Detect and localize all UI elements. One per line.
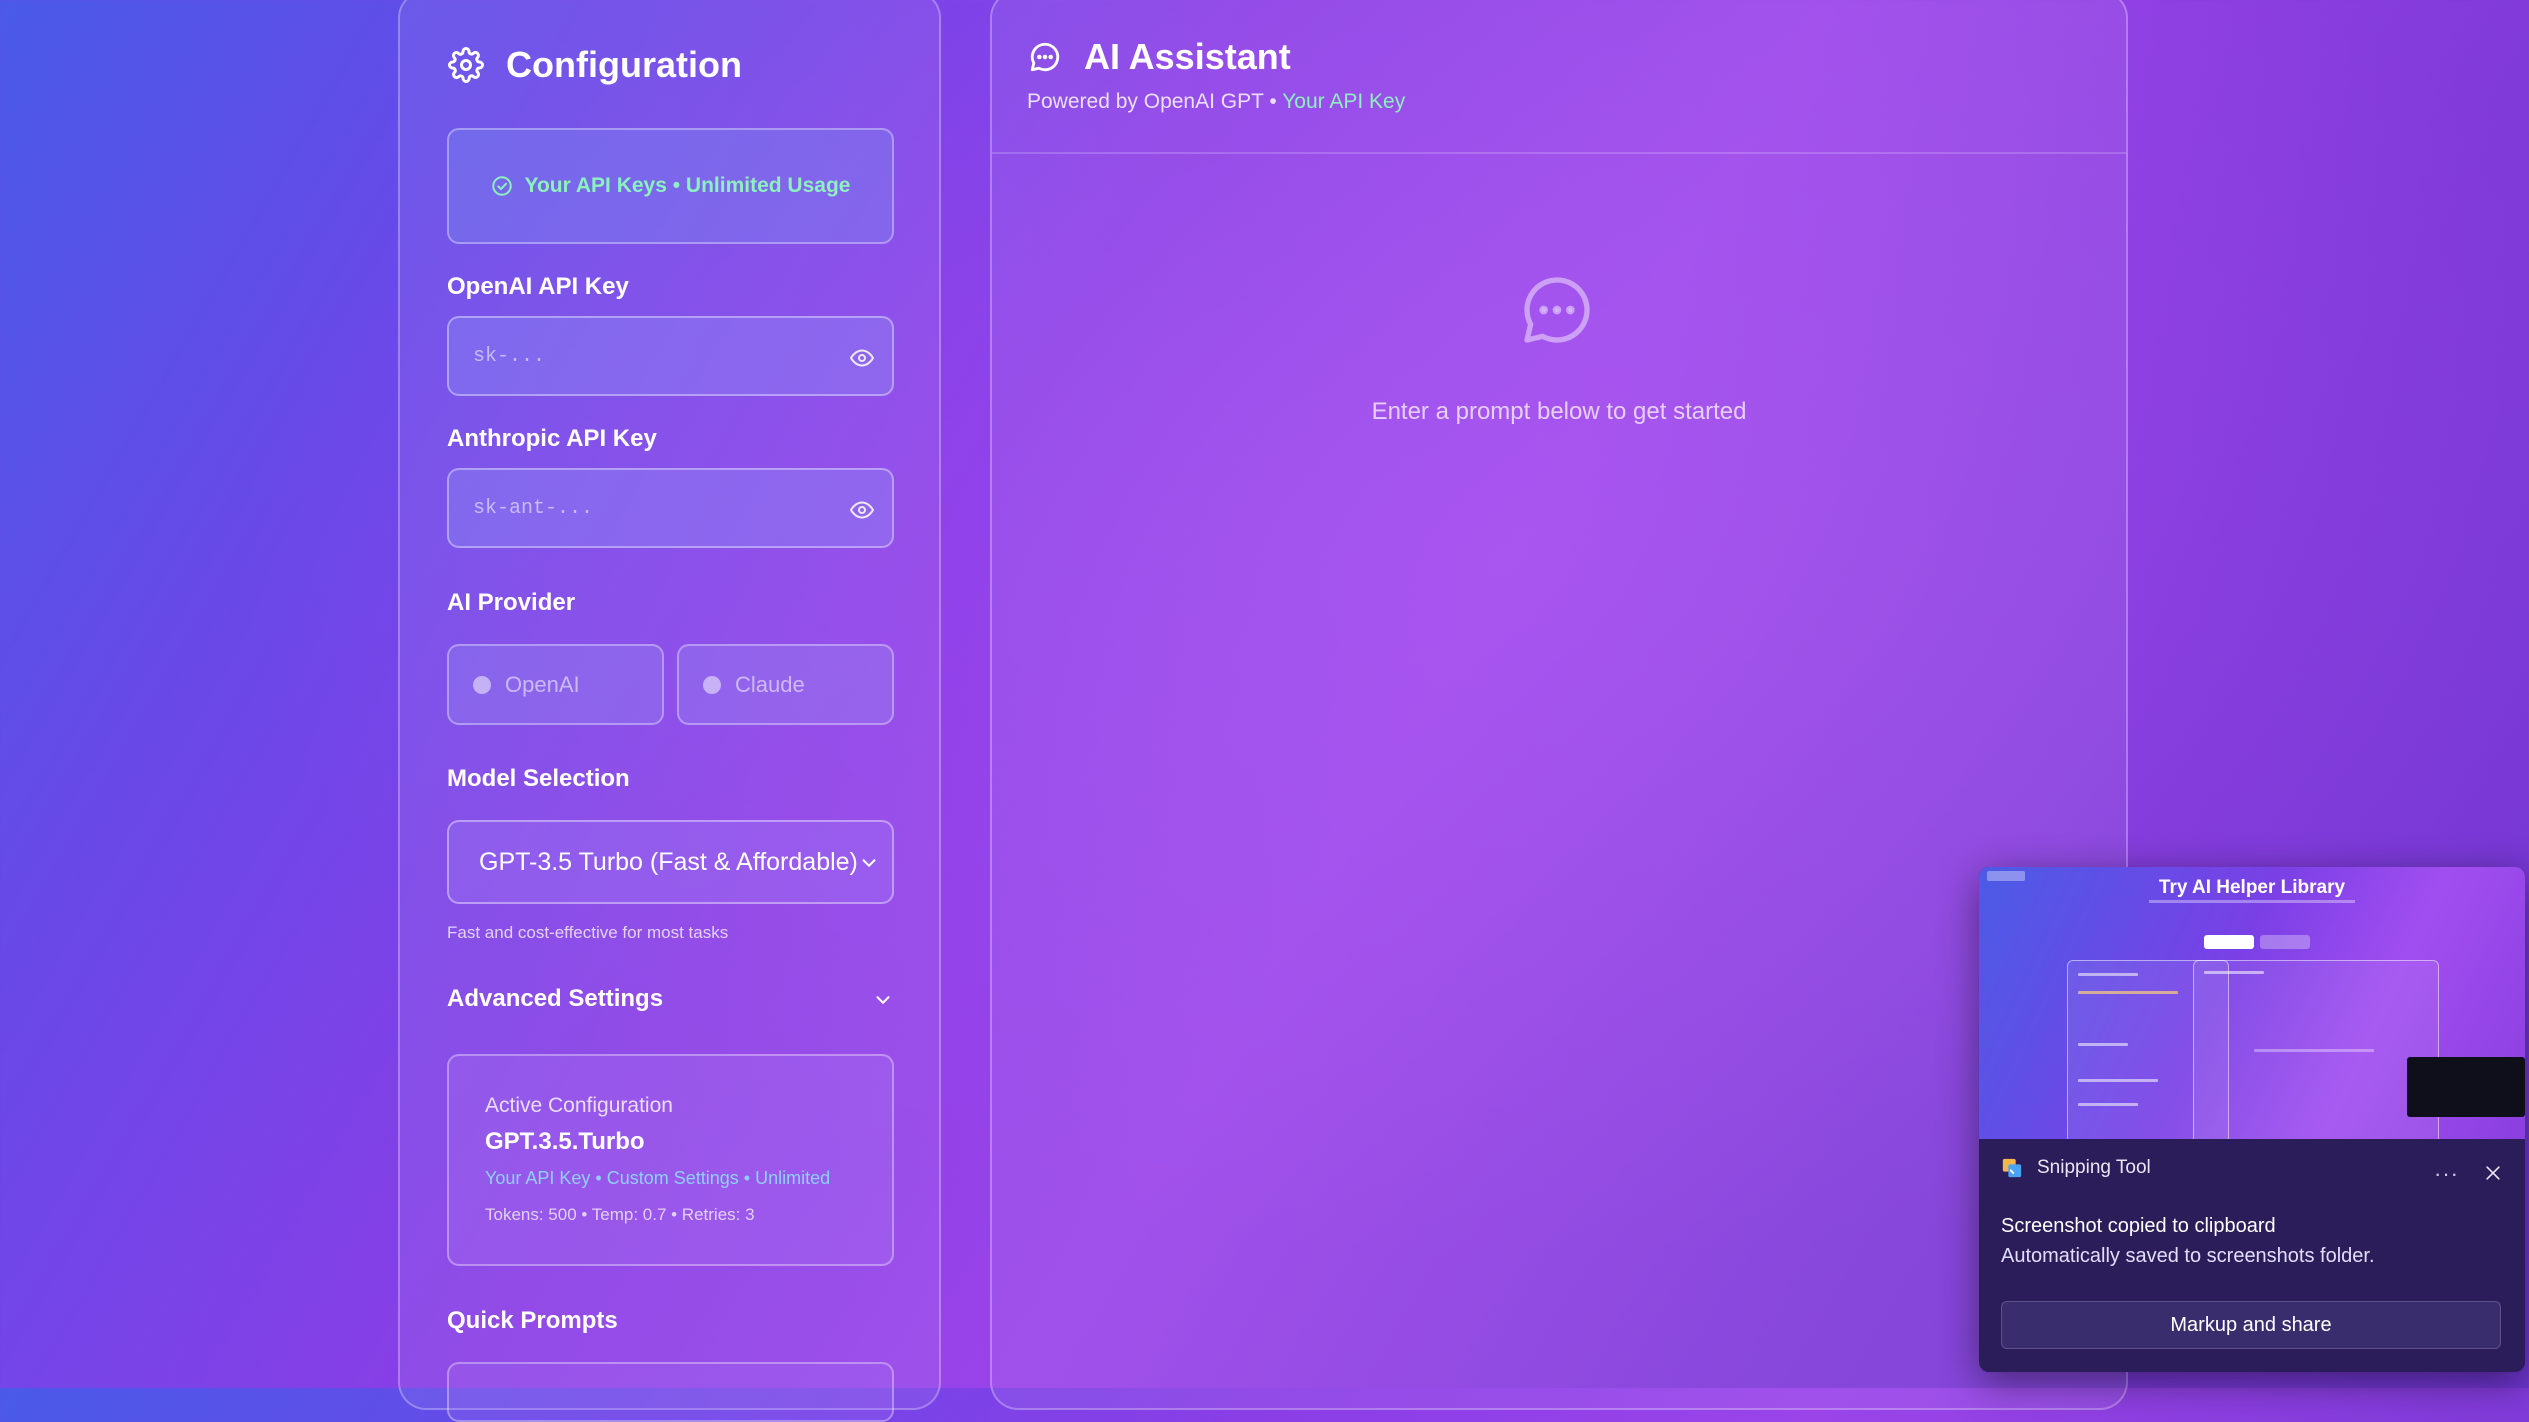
configuration-title: Configuration xyxy=(506,44,742,85)
active-config-label: Active Configuration xyxy=(485,1094,673,1117)
anthropic-key-label: Anthropic API Key xyxy=(447,425,657,452)
active-config-model: GPT.3.5.Turbo xyxy=(485,1128,645,1155)
openai-key-label: OpenAI API Key xyxy=(447,273,629,300)
api-status-text: Your API Keys • Unlimited Usage xyxy=(524,174,851,197)
assistant-subtitle-highlight: Your API Key xyxy=(1282,90,1406,113)
active-config-meta: Your API Key • Custom Settings • Unlimit… xyxy=(485,1168,831,1188)
chat-bubble-icon xyxy=(1524,277,1590,343)
advanced-settings-label: Advanced Settings xyxy=(447,985,664,1012)
radio-dot-icon xyxy=(473,675,491,694)
preview-title: Try AI Helper Library xyxy=(2158,877,2346,898)
radio-dot-icon xyxy=(703,675,721,694)
eye-icon[interactable] xyxy=(850,498,874,522)
advanced-settings-toggle[interactable]: Advanced Settings xyxy=(447,985,894,1013)
preview-subtitle-line xyxy=(2149,900,2355,903)
toast-app-name: Snipping Tool xyxy=(2037,1157,2151,1178)
configuration-header: Configuration xyxy=(448,44,742,86)
assistant-header: AI Assistant xyxy=(1028,36,1291,78)
model-hint: Fast and cost-effective for most tasks xyxy=(447,923,729,942)
anthropic-key-placeholder: sk-ant-... xyxy=(473,496,594,520)
model-select[interactable]: GPT-3.5 Turbo (Fast & Affordable) xyxy=(447,820,894,904)
chevron-down-icon xyxy=(862,859,876,867)
quick-prompt-item[interactable] xyxy=(447,1362,894,1422)
provider-openai-label: OpenAI xyxy=(505,671,580,697)
chevron-down-icon xyxy=(876,996,890,1004)
assistant-subtitle-prefix: Powered by OpenAI GPT • xyxy=(1027,90,1283,113)
screenshot-preview[interactable]: Try AI Helper Library xyxy=(1979,867,2525,1139)
quick-prompts-label: Quick Prompts xyxy=(447,1307,618,1334)
assistant-subtitle: Powered by OpenAI GPT • Your API Key xyxy=(1027,90,1405,114)
toast-message-secondary: Automatically saved to screenshots folde… xyxy=(2001,1245,2375,1267)
more-options-icon[interactable]: ··· xyxy=(2434,1161,2459,1187)
provider-openai-button[interactable]: OpenAI xyxy=(447,644,664,725)
gear-icon xyxy=(448,47,484,83)
chat-bubble-icon xyxy=(1030,42,1060,72)
check-circle-icon xyxy=(491,176,512,196)
openai-key-field[interactable]: sk-... xyxy=(447,316,894,396)
preview-right-panel xyxy=(2193,960,2439,1139)
toast-header: Snipping Tool xyxy=(2001,1157,2151,1179)
snipping-tool-icon xyxy=(2002,1158,2022,1178)
anthropic-key-field[interactable]: sk-ant-... xyxy=(447,468,894,548)
empty-state-text: Enter a prompt below to get started xyxy=(1371,398,1747,425)
provider-claude-label: Claude xyxy=(735,671,805,697)
markup-and-share-button[interactable]: Markup and share xyxy=(2001,1301,2501,1349)
model-selection-label: Model Selection xyxy=(447,765,630,792)
toast-message-primary: Screenshot copied to clipboard xyxy=(2001,1215,2276,1237)
snipping-tool-notification[interactable]: Try AI Helper Library Snipping Tool ··· … xyxy=(1979,867,2525,1372)
api-status-banner: Your API Keys • Unlimited Usage xyxy=(447,128,894,244)
assistant-panel xyxy=(990,0,2128,1410)
close-icon[interactable] xyxy=(2483,1163,2503,1183)
eye-icon[interactable] xyxy=(850,346,874,370)
preview-terminal-thumbnail xyxy=(2407,1057,2525,1117)
preview-buttons xyxy=(2204,935,2310,949)
header-divider xyxy=(992,152,2126,154)
ai-provider-label: AI Provider xyxy=(447,589,576,616)
model-selected-value: GPT-3.5 Turbo (Fast & Affordable) xyxy=(479,847,858,876)
openai-key-placeholder: sk-... xyxy=(473,344,546,368)
active-configuration-card: Active Configuration GPT.3.5.Turbo Your … xyxy=(447,1054,894,1266)
active-config-stats: Tokens: 500 • Temp: 0.7 • Retries: 3 xyxy=(485,1205,755,1224)
provider-claude-button[interactable]: Claude xyxy=(677,644,894,725)
assistant-title: AI Assistant xyxy=(1084,36,1291,77)
